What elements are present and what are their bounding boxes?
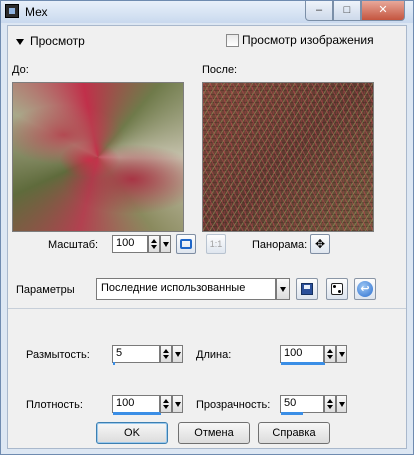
opacity-input[interactable]: 50 — [280, 395, 324, 415]
show-image-preview-option[interactable]: Просмотр изображения — [226, 33, 374, 48]
help-button[interactable]: Справка — [258, 422, 330, 444]
after-preview-image[interactable] — [202, 82, 374, 232]
blur-dropdown-button[interactable] — [172, 345, 183, 363]
app-icon — [5, 4, 19, 18]
length-input[interactable]: 100 — [280, 345, 325, 365]
show-image-preview-label: Просмотр изображения — [242, 33, 374, 47]
randomize-button[interactable] — [326, 278, 348, 300]
opacity-value: 50 — [284, 397, 297, 409]
blur-label: Размытость: — [26, 349, 90, 361]
window-title: Мех — [25, 5, 48, 19]
pan-button[interactable]: ✥ — [310, 234, 330, 254]
before-preview-image[interactable] — [12, 82, 184, 232]
before-label: До: — [12, 64, 29, 76]
save-icon — [301, 283, 313, 295]
presets-row: Параметры Последние использованные ↩ — [8, 276, 406, 304]
pan-label: Панорама: — [252, 239, 308, 251]
density-dropdown-button[interactable] — [172, 395, 183, 413]
opacity-label: Прозрачность: — [196, 399, 271, 411]
fit-window-button[interactable] — [176, 234, 196, 254]
dialog-content: Просмотр Просмотр изображения До: После:… — [7, 25, 407, 449]
ok-button[interactable]: OK — [96, 422, 168, 444]
blur-level-bar — [113, 362, 115, 365]
filter-dialog-window: Мех – □ ✕ Просмотр Просмотр изображения … — [0, 0, 414, 455]
show-image-preview-checkbox[interactable] — [226, 34, 239, 48]
zoom-value: 100 — [116, 237, 135, 249]
settings-group: Размытость: 5 Длина: 100 Плотность: 100 … — [8, 308, 406, 415]
preview-section-toggle[interactable]: Просмотр — [16, 34, 85, 48]
blur-value: 5 — [116, 347, 123, 359]
preview-section-label: Просмотр — [30, 34, 85, 48]
density-label: Плотность: — [26, 399, 83, 411]
opacity-spinner[interactable] — [324, 395, 336, 413]
presets-combobox[interactable]: Последние использованные — [96, 278, 276, 300]
zoom-spinner[interactable] — [148, 235, 160, 253]
reset-button[interactable]: ↩ — [354, 278, 376, 300]
density-level-bar — [113, 412, 161, 415]
length-label: Длина: — [196, 349, 232, 361]
zoom-input[interactable]: 100 — [112, 235, 148, 253]
dice-icon — [331, 283, 343, 295]
density-value: 100 — [116, 397, 135, 409]
maximize-button[interactable]: □ — [333, 1, 361, 21]
density-input[interactable]: 100 — [112, 395, 161, 415]
title-bar[interactable]: Мех – □ ✕ — [1, 1, 413, 23]
length-spinner[interactable] — [324, 345, 336, 363]
move-arrows-icon: ✥ — [314, 237, 326, 251]
after-label: После: — [202, 64, 238, 76]
reset-icon: ↩ — [357, 281, 373, 297]
fit-window-icon — [180, 239, 192, 249]
opacity-level-bar — [281, 412, 303, 415]
length-dropdown-button[interactable] — [336, 345, 347, 363]
length-value: 100 — [284, 347, 303, 359]
close-button[interactable]: ✕ — [361, 1, 405, 21]
collapse-triangle-icon — [16, 38, 24, 45]
minimize-button[interactable]: – — [305, 1, 333, 21]
density-spinner[interactable] — [160, 395, 172, 413]
actual-size-button[interactable]: 1:1 — [206, 234, 226, 254]
save-preset-button[interactable] — [296, 278, 318, 300]
cancel-button[interactable]: Отмена — [178, 422, 250, 444]
presets-selected-value: Последние использованные — [101, 282, 246, 294]
zoom-dropdown-button[interactable] — [160, 235, 171, 253]
blur-input[interactable]: 5 — [112, 345, 160, 365]
presets-dropdown-button[interactable] — [276, 278, 290, 300]
zoom-label: Масштаб: — [48, 239, 99, 251]
presets-label: Параметры — [16, 284, 75, 296]
blur-spinner[interactable] — [160, 345, 172, 363]
opacity-dropdown-button[interactable] — [336, 395, 347, 413]
length-level-bar — [281, 362, 325, 365]
